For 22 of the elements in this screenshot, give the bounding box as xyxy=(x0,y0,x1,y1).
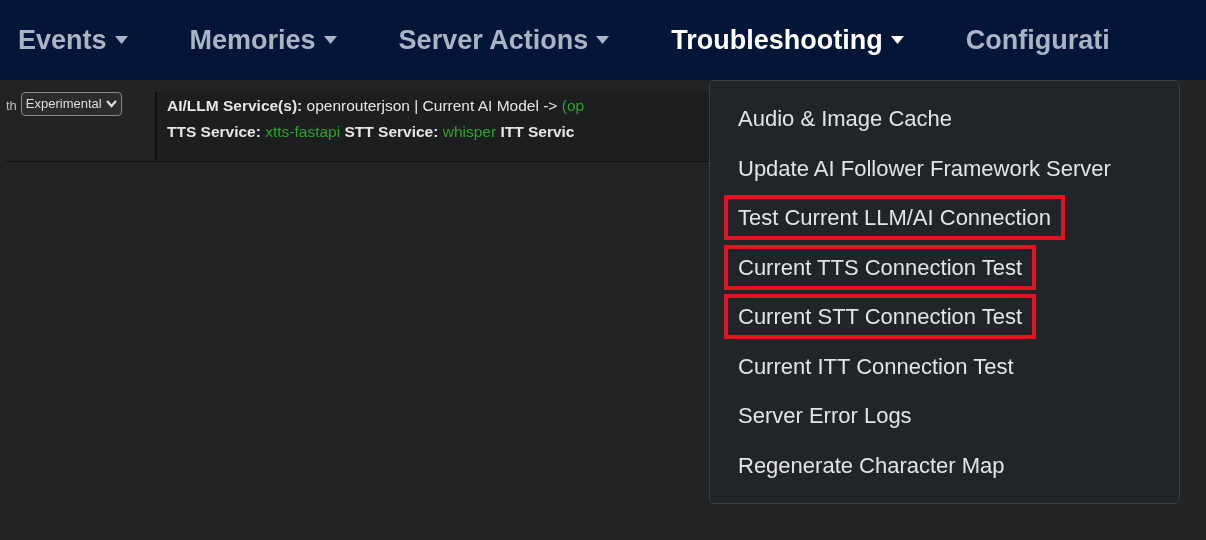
status-line: AI/LLM Service(s): openrouterjson | Current AI Model -> (op xyxy=(167,96,585,116)
caret-icon xyxy=(114,36,128,44)
menu-item[interactable]: Update AI Follower Framework Server xyxy=(724,145,1125,191)
caret-icon xyxy=(323,36,337,44)
nav-menu[interactable]: Troubleshooting xyxy=(671,19,904,61)
nav-menu[interactable]: Server Actions xyxy=(398,19,610,61)
caret-icon xyxy=(596,36,610,44)
menu-item[interactable]: Regenerate Character Map xyxy=(724,442,1019,488)
menu-item[interactable]: Audio & Image Cache xyxy=(724,96,967,142)
mode-select[interactable]: Experimental xyxy=(20,92,122,116)
menu-item[interactable]: Current TTS Connection Test xyxy=(724,244,1037,290)
chevron-down-icon xyxy=(105,99,117,108)
panel-label: th xyxy=(6,97,17,115)
nav-menu[interactable]: Memories xyxy=(189,19,337,61)
menu-item[interactable]: Current ITT Connection Test xyxy=(724,343,1028,389)
menu-item[interactable]: Server Error Logs xyxy=(724,393,926,439)
status-line: TTS Service: xtts-fastapi STT Service: whisper ITT Servic xyxy=(167,122,575,142)
menu-item[interactable]: Current STT Connection Test xyxy=(724,294,1037,340)
nav-menu[interactable]: Configurati xyxy=(965,19,1110,61)
menu-item[interactable]: Test Current LLM/AI Connection xyxy=(724,195,1066,241)
nav-menu[interactable]: Events xyxy=(18,19,128,61)
caret-icon xyxy=(890,36,904,44)
